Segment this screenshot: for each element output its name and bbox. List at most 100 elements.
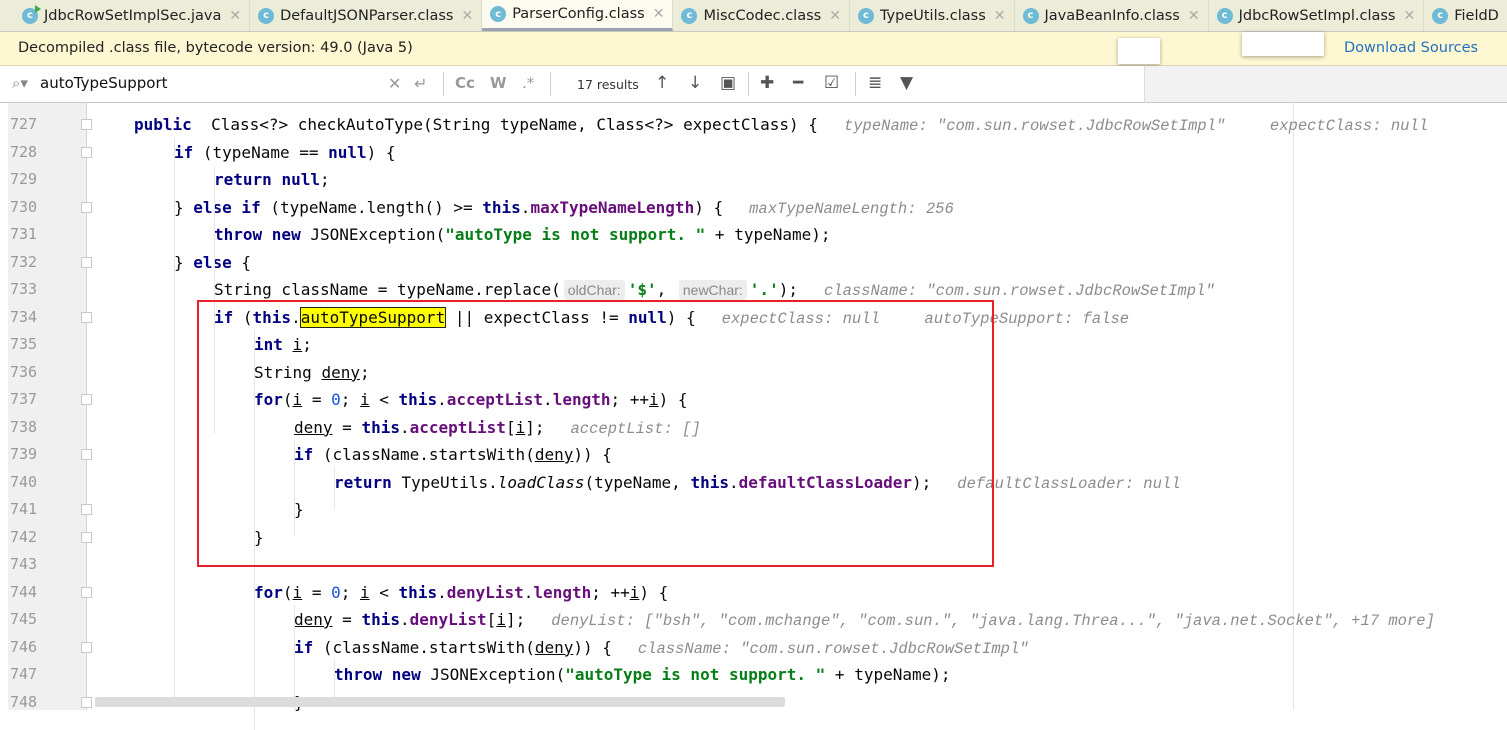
fold-marker-icon[interactable]: [81, 201, 92, 213]
number-literal: 0: [331, 582, 341, 602]
line-number: 733: [10, 280, 38, 298]
parameter-hint: newChar:: [678, 280, 747, 300]
fold-marker-icon[interactable]: [81, 311, 92, 323]
indent-guide: [294, 605, 295, 710]
keyword: if: [294, 637, 314, 657]
code-line[interactable]: if (typeName == null) {: [174, 139, 396, 167]
string-literal: '$': [627, 280, 657, 299]
string-literal: "autoType is not support. ": [445, 225, 706, 244]
code-line[interactable]: return null;: [214, 166, 330, 194]
preview-thumbnail: [1242, 32, 1324, 56]
code-token: JSONException(: [420, 665, 566, 684]
close-tab-icon[interactable]: ✕: [1403, 8, 1415, 24]
search-icon[interactable]: ⌕▾: [12, 74, 28, 92]
tab-defaultjsonparser-class[interactable]: c DefaultJSONParser.class ✕: [250, 0, 483, 31]
line-number: 739: [10, 445, 38, 463]
line-number: 728: [10, 142, 38, 161]
class-file-icon: c: [681, 7, 698, 24]
toggle-selection-icon[interactable]: ☑: [824, 73, 839, 93]
keyword: this: [361, 610, 400, 629]
words-button[interactable]: W: [490, 74, 507, 92]
code-token: ,: [656, 280, 676, 299]
new-line-icon[interactable]: ↵: [414, 74, 427, 93]
fold-marker-icon[interactable]: [81, 394, 92, 405]
filter-icon[interactable]: ▼: [900, 73, 913, 93]
clear-search-icon[interactable]: ✕: [388, 74, 401, 93]
line-number: 748: [10, 692, 38, 711]
close-tab-icon[interactable]: ✕: [994, 8, 1006, 24]
fold-marker-icon[interactable]: [81, 119, 92, 130]
keyword: this: [398, 582, 438, 602]
add-occurrence-icon[interactable]: ✚: [760, 73, 774, 93]
close-tab-icon[interactable]: ✕: [229, 8, 241, 24]
tab-jdbcrowsetimplsec-java[interactable]: c JdbcRowSetImplSec.java ✕: [14, 0, 251, 31]
tab-fieldd[interactable]: c FieldD: [1424, 0, 1507, 31]
close-tab-icon[interactable]: ✕: [461, 8, 473, 24]
tab-jdbcrowsetimpl-class[interactable]: c JdbcRowSetImpl.class ✕: [1209, 0, 1425, 31]
fold-marker-icon[interactable]: [81, 449, 92, 460]
tab-parserconfig-class[interactable]: c ParserConfig.class ✕: [482, 0, 674, 31]
fold-marker-icon[interactable]: [81, 696, 92, 708]
local-variable: deny: [294, 610, 333, 629]
class-file-icon: c: [258, 7, 275, 24]
local-variable: i: [496, 610, 506, 629]
class-file-icon: c: [1022, 7, 1039, 24]
remove-occurrence-icon[interactable]: ━: [793, 73, 803, 93]
select-all-occurrences-icon[interactable]: ▣: [720, 73, 736, 93]
code-line[interactable]: } else if (typeName.length() >= this.max…: [174, 194, 954, 222]
next-occurrence-icon[interactable]: ↓: [688, 73, 702, 93]
previous-occurrence-icon[interactable]: ↑: [655, 73, 669, 93]
line-number: 732: [10, 252, 38, 271]
code-line[interactable]: } else {: [174, 249, 251, 277]
keyword: else: [193, 252, 232, 272]
keyword: null: [328, 142, 367, 162]
match-case-button[interactable]: Cc: [455, 74, 475, 92]
fold-marker-icon[interactable]: [81, 504, 92, 515]
string-literal: "autoType is not support. ": [565, 665, 826, 684]
line-number: 731: [10, 225, 38, 243]
download-sources-link[interactable]: Download Sources: [1344, 40, 1478, 56]
line-number: 735: [10, 335, 38, 353]
code-line[interactable]: throw new JSONException("autoType is not…: [214, 221, 831, 249]
fold-marker-icon[interactable]: [81, 641, 92, 653]
java-class-icon: c: [22, 4, 41, 24]
close-tab-icon[interactable]: ✕: [829, 8, 841, 24]
tab-typeutils-class[interactable]: c TypeUtils.class ✕: [850, 0, 1015, 31]
filter-lines-icon[interactable]: ≣: [868, 73, 882, 93]
field-ref: length: [533, 582, 592, 602]
horizontal-scrollbar[interactable]: [95, 697, 785, 707]
tab-label: FieldD: [1454, 7, 1499, 24]
code-token: .: [399, 610, 410, 629]
class-file-icon: c: [1216, 7, 1233, 24]
tab-label: JavaBeanInfo.class: [1044, 7, 1180, 24]
class-file-icon: c: [857, 7, 874, 24]
code-line[interactable]: deny = this.denyList[i]; denyList: ["bsh"…: [294, 606, 1435, 634]
close-tab-icon[interactable]: ✕: [653, 6, 665, 22]
tab-misccodec-class[interactable]: c MiscCodec.class ✕: [673, 0, 850, 31]
keyword: return: [214, 170, 272, 189]
tab-label: MiscCodec.class: [703, 7, 822, 24]
fold-marker-icon[interactable]: [81, 146, 92, 158]
regex-button[interactable]: .*: [522, 74, 534, 92]
close-tab-icon[interactable]: ✕: [1188, 8, 1200, 24]
indent-guide: [334, 660, 335, 700]
decompiled-banner: Decompiled .class file, bytecode version…: [0, 32, 1507, 66]
line-number: 742: [10, 527, 38, 546]
divider: [748, 72, 749, 96]
fold-marker-icon[interactable]: [81, 531, 92, 543]
code-line[interactable]: public Class<?> checkAutoType(String typ…: [134, 111, 1428, 139]
code-token: }: [174, 252, 194, 272]
fold-marker-icon[interactable]: [81, 586, 92, 598]
code-token: ) {: [366, 142, 396, 162]
line-number: 741: [10, 500, 38, 518]
code-token: {: [231, 252, 252, 272]
code-line[interactable]: if (className.startsWith(deny)) {classNa…: [294, 634, 1029, 662]
search-field[interactable]: ⌕▾ autoTypeSupport ✕ ↵ Cc W .* 17 result…: [0, 66, 1145, 102]
code-line[interactable]: throw new JSONException("autoType is not…: [334, 661, 951, 689]
code-line[interactable]: for(i = 0; i < this.denyList.length; ++i…: [254, 579, 668, 607]
line-number: 745: [10, 610, 38, 628]
fold-marker-icon[interactable]: [81, 256, 92, 268]
search-input[interactable]: autoTypeSupport: [40, 74, 168, 92]
tab-javabeaninfo-class[interactable]: c JavaBeanInfo.class ✕: [1015, 0, 1209, 31]
